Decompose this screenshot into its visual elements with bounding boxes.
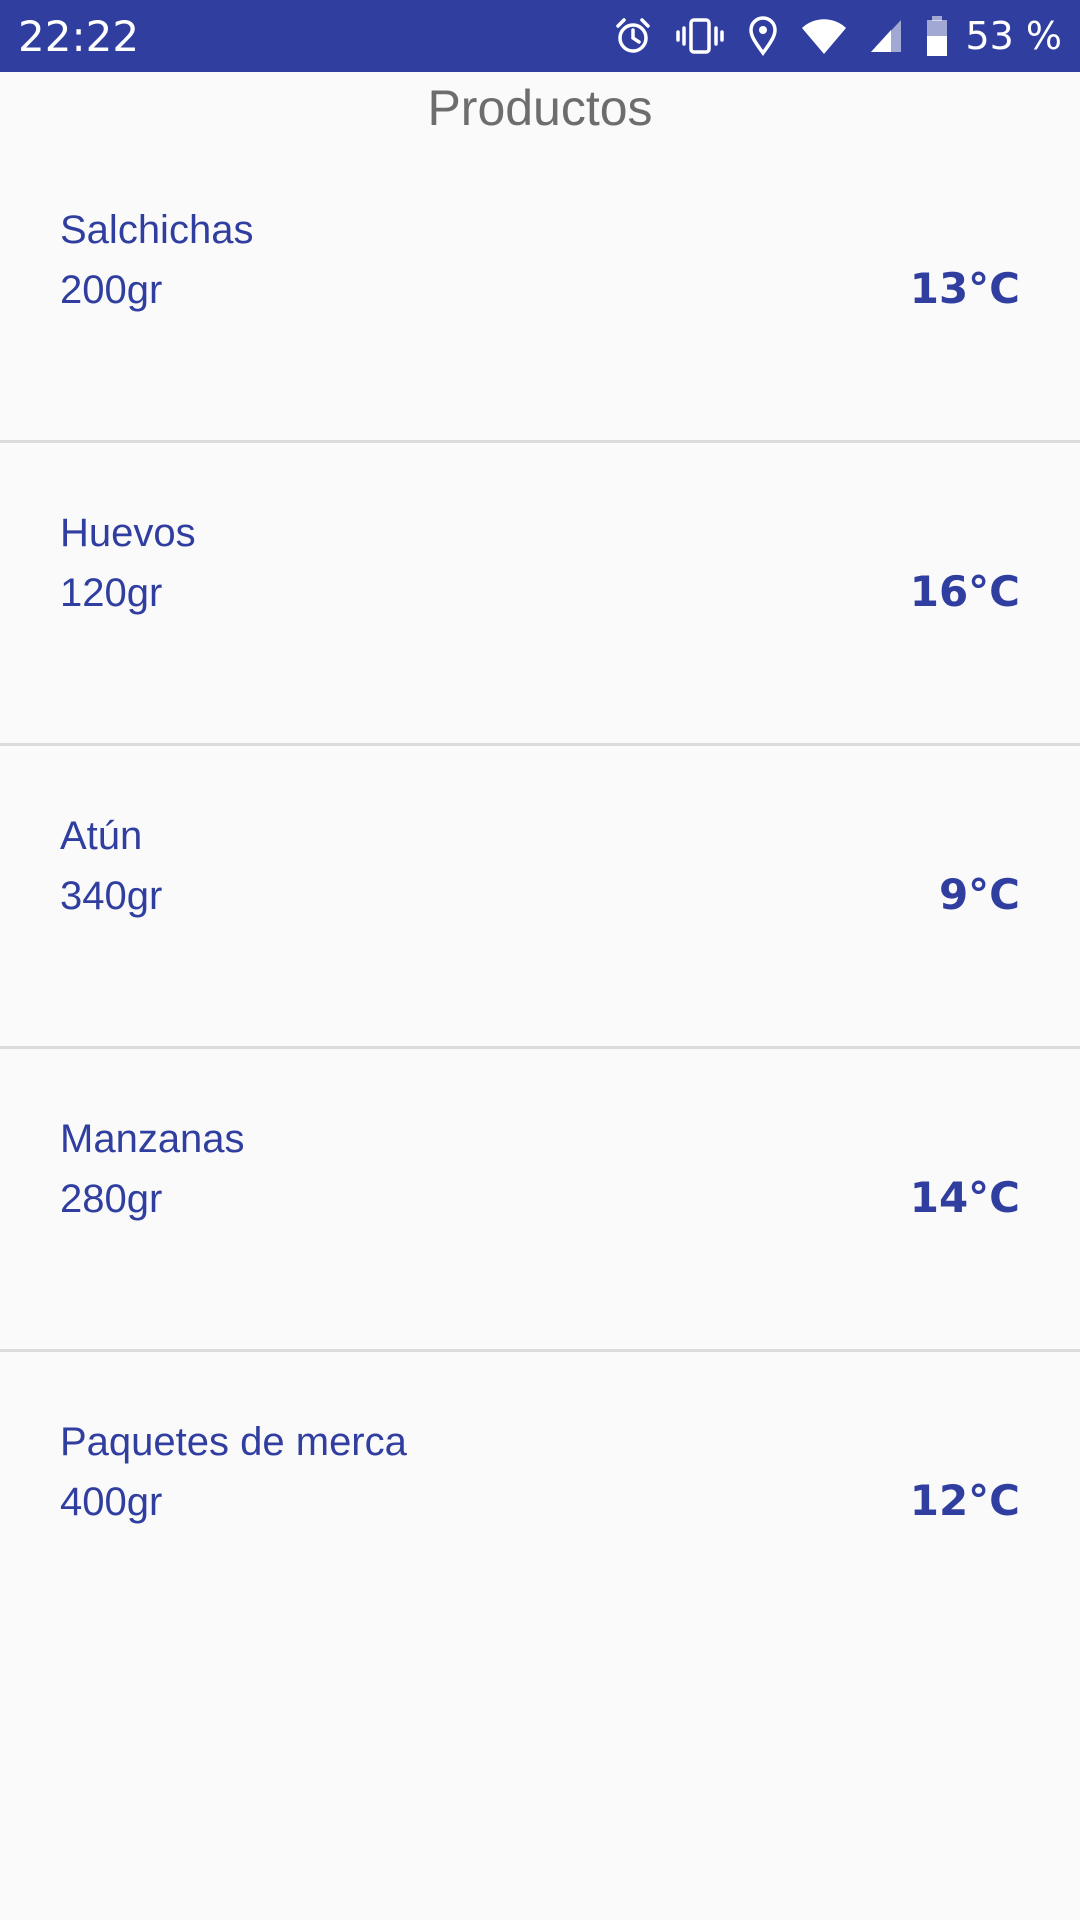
product-weight: 340gr <box>60 874 163 918</box>
alarm-icon <box>613 16 653 56</box>
status-icons: 53 % <box>613 14 1062 58</box>
product-weight: 280gr <box>60 1177 163 1221</box>
wifi-icon <box>801 16 847 56</box>
product-name: Atún <box>60 814 143 858</box>
product-weight: 400gr <box>60 1480 163 1524</box>
list-item[interactable]: Salchichas 200gr 13°C <box>0 140 1080 443</box>
product-list: Salchichas 200gr 13°C Huevos 120gr 16°C … <box>0 140 1080 1655</box>
location-icon <box>747 16 779 56</box>
product-name: Manzanas <box>60 1117 245 1161</box>
vibrate-icon <box>675 16 725 56</box>
list-item[interactable]: Atún 340gr 9°C <box>0 746 1080 1049</box>
status-time: 22:22 <box>18 11 140 61</box>
status-bar: 22:22 53 % <box>0 0 1080 72</box>
list-item[interactable]: Manzanas 280gr 14°C <box>0 1049 1080 1352</box>
signal-icon <box>869 16 903 56</box>
list-item[interactable]: Huevos 120gr 16°C <box>0 443 1080 746</box>
list-item[interactable]: Paquetes de merca 400gr 12°C <box>0 1352 1080 1655</box>
battery-icon <box>925 15 949 57</box>
page-title: Productos <box>427 80 653 136</box>
product-temperature: 9°C <box>938 870 1020 919</box>
battery-percentage: 53 % <box>965 14 1062 58</box>
product-name: Paquetes de merca <box>60 1420 407 1464</box>
product-temperature: 14°C <box>909 1173 1020 1222</box>
product-temperature: 16°C <box>909 567 1020 616</box>
product-name: Salchichas <box>60 208 254 252</box>
product-weight: 200gr <box>60 268 163 312</box>
product-weight: 120gr <box>60 571 163 615</box>
product-name: Huevos <box>60 511 196 555</box>
product-temperature: 12°C <box>909 1476 1020 1525</box>
product-temperature: 13°C <box>909 264 1020 313</box>
